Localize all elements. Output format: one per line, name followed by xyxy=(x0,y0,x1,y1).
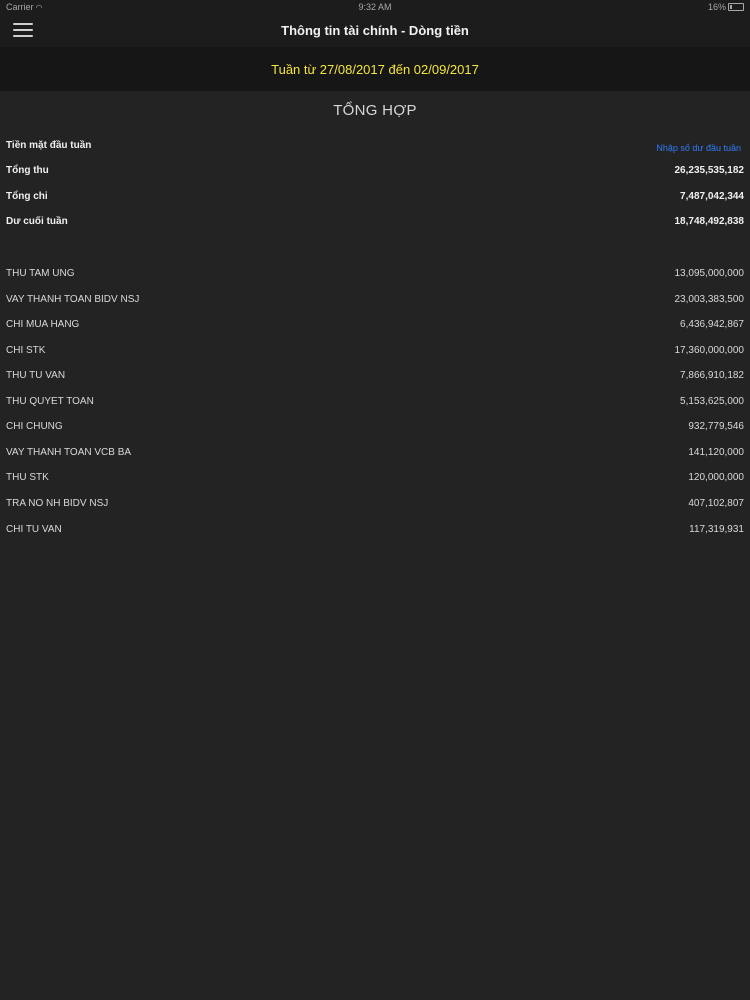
total-income-row: Tổng thu 26,235,535,182 xyxy=(0,161,750,181)
list-item[interactable]: VAY THANH TOAN VCB BA 141,120,000 xyxy=(0,443,750,463)
list-item[interactable]: THU STK 120,000,000 xyxy=(0,468,750,488)
item-label: CHI TU VAN xyxy=(6,524,62,535)
battery-icon xyxy=(728,3,744,11)
item-label: CHI CHUNG xyxy=(6,421,63,432)
page-title: Thông tin tài chính - Dòng tiền xyxy=(281,23,469,38)
item-label: VAY THANH TOAN VCB BA xyxy=(6,447,132,458)
list-item[interactable]: CHI CHUNG 932,779,546 xyxy=(0,417,750,437)
opening-balance-label: Tiền mặt đầu tuần xyxy=(6,140,92,151)
item-value: 17,360,000,000 xyxy=(674,345,744,356)
week-range-bar[interactable]: Tuần từ 27/08/2017 đến 02/09/2017 xyxy=(0,47,750,91)
item-value: 5,153,625,000 xyxy=(680,396,744,407)
week-range-label: Tuần từ 27/08/2017 đến 02/09/2017 xyxy=(271,62,479,77)
item-value: 13,095,000,000 xyxy=(674,268,744,279)
battery-indicator: 16% xyxy=(708,2,744,12)
total-expense-label: Tổng chi xyxy=(6,191,48,202)
list-item[interactable]: THU TAM UNG 13,095,000,000 xyxy=(0,264,750,284)
opening-balance-row: Tiền mặt đầu tuần xyxy=(0,136,750,156)
item-label: THU STK xyxy=(6,472,49,483)
item-value: 117,319,931 xyxy=(689,524,744,535)
item-label: THU TU VAN xyxy=(6,370,66,381)
closing-balance-label: Dư cuối tuần xyxy=(6,216,68,227)
status-time: 9:32 AM xyxy=(358,2,392,12)
list-item[interactable]: CHI TU VAN 117,319,931 xyxy=(0,520,750,540)
item-label: TRA NO NH BIDV NSJ xyxy=(6,498,109,509)
item-label: CHI MUA HANG xyxy=(6,319,80,330)
list-item[interactable]: THU TU VAN 7,866,910,182 xyxy=(0,366,750,386)
summary-title: TỔNG HỢP xyxy=(333,102,417,119)
item-value: 932,779,546 xyxy=(688,421,744,432)
item-label: THU QUYET TOAN xyxy=(6,396,94,407)
item-value: 407,102,807 xyxy=(688,498,744,509)
item-value: 6,436,942,867 xyxy=(680,319,744,330)
list-item[interactable]: CHI STK 17,360,000,000 xyxy=(0,341,750,361)
list-item[interactable]: CHI MUA HANG 6,436,942,867 xyxy=(0,315,750,335)
total-expense-value: 7,487,042,344 xyxy=(680,191,744,202)
total-expense-row: Tổng chi 7,487,042,344 xyxy=(0,187,750,207)
closing-balance-value: 18,748,492,838 xyxy=(674,216,744,227)
closing-balance-row: Dư cuối tuần 18,748,492,838 xyxy=(0,212,750,232)
battery-percent: 16% xyxy=(707,2,726,12)
navigation-bar: Thông tin tài chính - Dòng tiền xyxy=(0,14,750,47)
item-value: 120,000,000 xyxy=(688,472,744,483)
enter-opening-balance-link[interactable]: Nhập số dư đầu tuần xyxy=(656,143,741,153)
status-bar: Carrier ◠ 9:32 AM 16% xyxy=(0,0,750,14)
item-value: 7,866,910,182 xyxy=(680,370,744,381)
item-label: CHI STK xyxy=(6,345,46,356)
list-item[interactable]: VAY THANH TOAN BIDV NSJ 23,003,383,500 xyxy=(0,290,750,310)
total-income-value: 26,235,535,182 xyxy=(674,165,744,176)
item-value: 141,120,000 xyxy=(688,447,744,458)
item-label: THU TAM UNG xyxy=(6,268,75,279)
item-label: VAY THANH TOAN BIDV NSJ xyxy=(6,294,140,305)
total-income-label: Tổng thu xyxy=(6,165,49,176)
item-value: 23,003,383,500 xyxy=(674,294,744,305)
list-item[interactable]: THU QUYET TOAN 5,153,625,000 xyxy=(0,392,750,412)
list-item[interactable]: TRA NO NH BIDV NSJ 407,102,807 xyxy=(0,494,750,514)
